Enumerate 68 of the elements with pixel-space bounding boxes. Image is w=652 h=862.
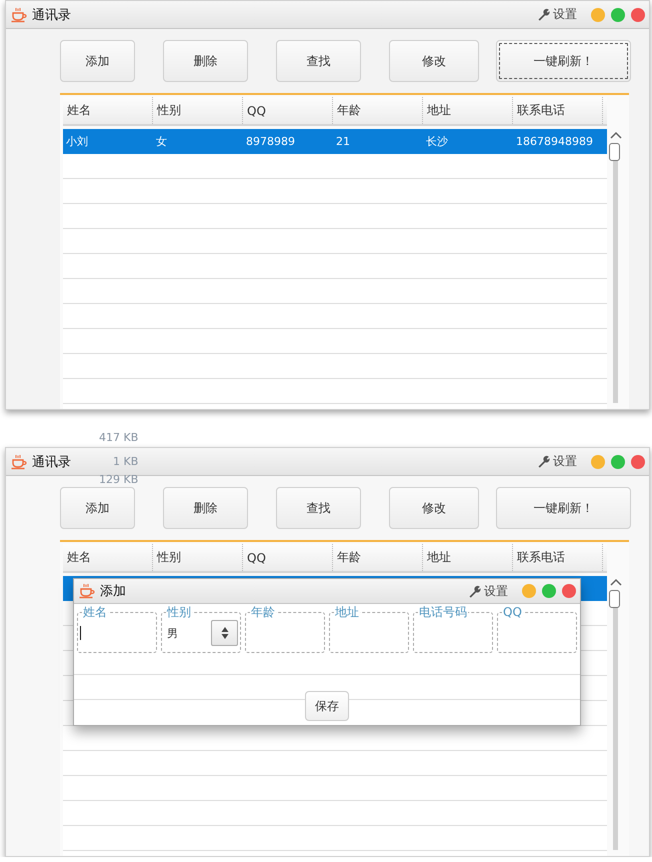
scrollbar-thumb[interactable]	[609, 590, 620, 608]
cup-icon	[78, 583, 96, 599]
table-cell: 21	[336, 135, 350, 148]
minimize-button[interactable]	[591, 8, 605, 22]
field-label: 性别	[166, 605, 192, 619]
toolbar-button[interactable]: 修改	[389, 40, 479, 82]
column-header[interactable]: 年龄	[333, 544, 423, 571]
window-title: 通讯录	[32, 6, 71, 24]
maximize-button[interactable]	[611, 454, 625, 468]
close-button[interactable]	[562, 584, 576, 598]
scroll-up-icon	[610, 578, 622, 586]
field-label: 电话号码	[418, 605, 468, 619]
toolbar-button[interactable]: 一键刷新！	[496, 487, 631, 529]
file-size-label: 417 KB	[99, 432, 138, 444]
toolbar-button[interactable]: 删除	[163, 487, 248, 529]
up-down-arrows-icon	[220, 626, 228, 640]
table-row[interactable]: 小刘 女 8978989 21 长沙 18678948989	[63, 129, 607, 154]
field-label: 地址	[334, 605, 360, 619]
maximize-button[interactable]	[542, 584, 556, 598]
form-field[interactable]: 性别 男	[161, 605, 241, 653]
settings-button[interactable]: 设置	[537, 6, 585, 23]
field-label: 年龄	[250, 605, 276, 619]
settings-button[interactable]: 设置	[537, 453, 585, 470]
save-button[interactable]: 保存	[305, 691, 349, 721]
column-header[interactable]: 年龄	[333, 97, 423, 124]
table-cell: 长沙	[426, 134, 448, 149]
toolbar-button[interactable]: 删除	[163, 40, 248, 82]
toolbar-button[interactable]: 添加	[60, 40, 135, 82]
column-header[interactable]: 姓名	[63, 97, 153, 124]
file-size-label: 129 KB	[99, 474, 138, 486]
window-title: 通讯录	[32, 454, 71, 470]
cup-icon	[10, 454, 28, 470]
maximize-button[interactable]	[611, 8, 625, 22]
table-cell: 18678948989	[516, 135, 593, 148]
column-header[interactable]: 联系电话	[513, 97, 603, 124]
scroll-up-icon	[610, 131, 622, 139]
table-cell: 女	[156, 134, 167, 149]
column-header[interactable]: 地址	[423, 544, 513, 571]
column-header[interactable]: 性别	[153, 97, 243, 124]
file-size-label: 1 KB	[113, 456, 138, 468]
cup-icon	[10, 6, 28, 22]
field-label: QQ	[502, 605, 523, 619]
column-header[interactable]: 地址	[423, 97, 513, 124]
window-title: 添加	[100, 583, 126, 600]
column-header[interactable]: 联系电话	[513, 544, 603, 571]
table-cell: 小刘	[66, 134, 88, 149]
field-label: 姓名	[82, 605, 108, 619]
spinner-button[interactable]	[211, 620, 238, 646]
toolbar-button[interactable]: 修改	[389, 487, 479, 529]
toolbar-button[interactable]: 一键刷新！	[496, 40, 631, 82]
wrench-icon	[537, 455, 550, 468]
toolbar-button[interactable]: 查找	[276, 487, 361, 529]
settings-button[interactable]: 设置	[468, 582, 516, 600]
minimize-button[interactable]	[522, 584, 536, 598]
spinner-value: 男	[166, 626, 179, 640]
column-header[interactable]: 性别	[153, 544, 243, 571]
column-header[interactable]: QQ	[243, 544, 333, 571]
wrench-icon	[537, 8, 550, 21]
table-cell: 8978989	[246, 135, 295, 148]
close-button[interactable]	[631, 454, 645, 468]
minimize-button[interactable]	[591, 454, 605, 468]
column-header[interactable]: QQ	[243, 97, 333, 124]
close-button[interactable]	[631, 8, 645, 22]
toolbar-button[interactable]: 添加	[60, 487, 135, 529]
scrollbar-thumb[interactable]	[609, 143, 620, 161]
column-header[interactable]: 姓名	[63, 544, 153, 571]
toolbar-button[interactable]: 查找	[276, 40, 361, 82]
wrench-icon	[468, 584, 481, 598]
